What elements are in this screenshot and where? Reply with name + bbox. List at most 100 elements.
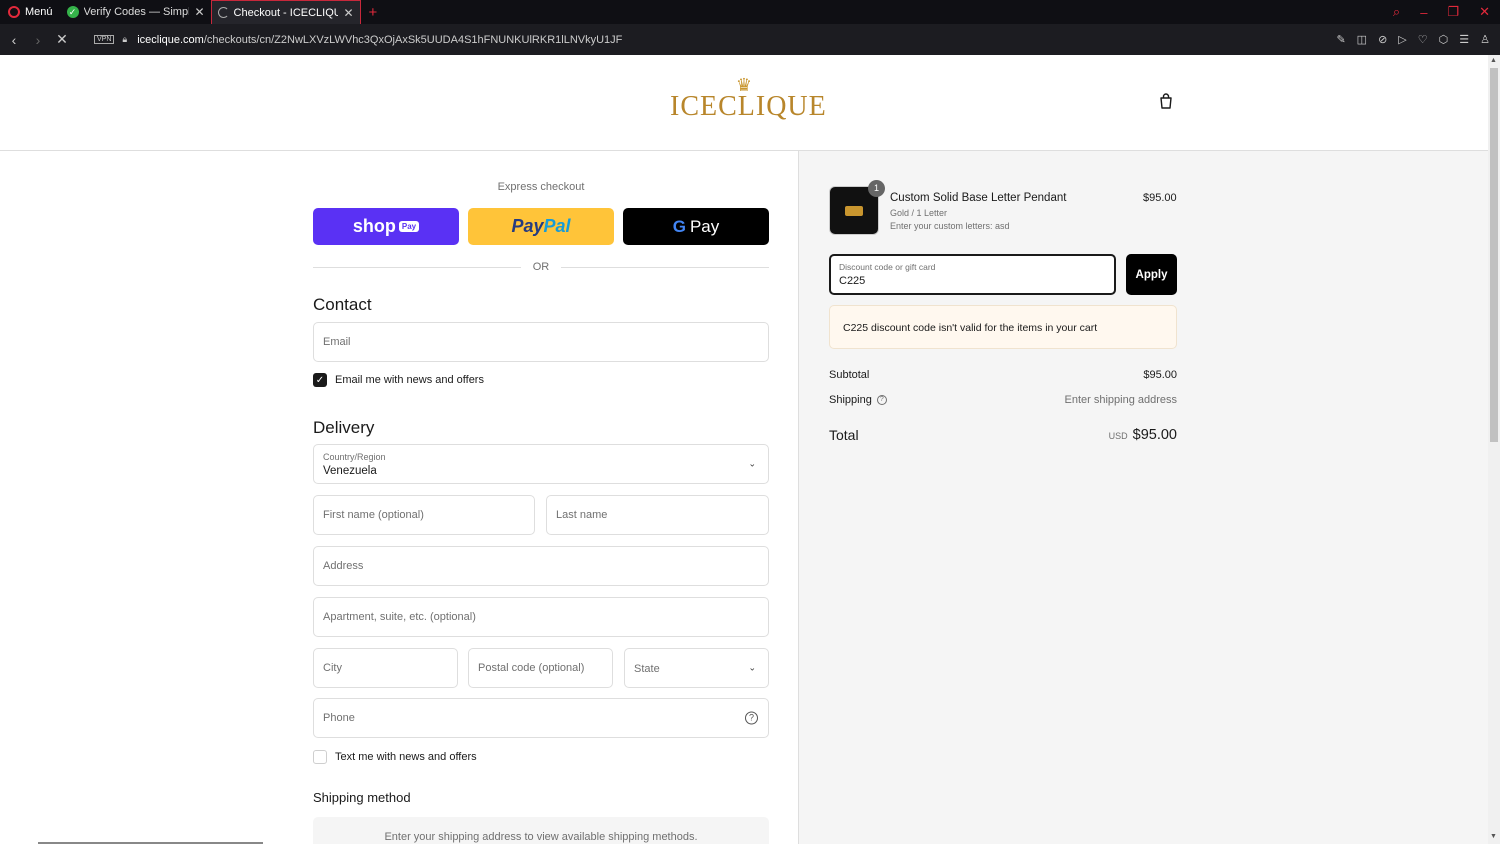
opera-logo-icon (8, 6, 20, 18)
discount-label: Discount code or gift card (839, 262, 936, 272)
browser-address-bar: ‹ › ✕ VPN 🔒︎ iceclique.com/checkouts/cn/… (0, 24, 1500, 55)
sms-checkbox-row[interactable]: Text me with news and offers (313, 750, 477, 764)
checkmark-favicon-icon: ✓ (66, 6, 79, 18)
tab-close-icon[interactable]: ✕ (194, 5, 204, 19)
total-label: Total (829, 427, 859, 443)
shipping-row: Shipping? Enter shipping address (829, 394, 1177, 406)
quantity-badge: 1 (868, 180, 885, 197)
newsletter-label: Email me with news and offers (335, 374, 484, 386)
google-g-icon: G (672, 216, 686, 236)
new-tab-icon[interactable]: + (361, 4, 386, 21)
camera-icon[interactable]: ◫ (1357, 33, 1367, 46)
apartment-input[interactable] (314, 598, 768, 636)
shopping-bag-icon[interactable] (1158, 93, 1174, 109)
search-tabs-icon[interactable]: ⌕ (1393, 4, 1400, 20)
last-name-input[interactable] (547, 496, 768, 534)
tab-checkout[interactable]: Checkout - ICECLIQUE JEW ✕ (210, 0, 361, 24)
product-custom-letters: Enter your custom letters: asd (890, 221, 1010, 231)
forward-icon[interactable]: › (26, 32, 50, 48)
loading-spinner-icon (217, 7, 229, 18)
question-mark-icon[interactable]: ? (745, 711, 758, 725)
tab-label: Checkout - ICECLIQUE JEW (233, 6, 339, 19)
scroll-down-arrow-icon[interactable]: ▼ (1490, 833, 1497, 840)
easy-setup-icon[interactable]: ☰ (1459, 33, 1469, 46)
phone-field[interactable]: ? (313, 698, 769, 738)
store-logo[interactable]: ♛ ICECLIQUE (670, 76, 827, 122)
country-value: Venezuela (323, 465, 377, 477)
tab-close-icon[interactable]: ✕ (343, 6, 353, 20)
shop-pay-pill: Pay (398, 221, 420, 232)
back-icon[interactable]: ‹ (2, 32, 26, 48)
shop-pay-button[interactable]: shop Pay (313, 208, 459, 245)
email-field[interactable] (313, 322, 769, 362)
city-input[interactable] (314, 649, 457, 687)
or-divider: OR (313, 261, 769, 273)
send-icon[interactable]: ▷ (1398, 33, 1406, 46)
restore-icon[interactable]: ❐ (1447, 4, 1459, 20)
address-bar-actions: ✎ ◫ ⊘ ▷ ♡ ⬡ ☰ ♙ (1336, 33, 1500, 46)
newsletter-checkbox[interactable]: ✓ (313, 373, 327, 387)
apartment-field[interactable] (313, 597, 769, 637)
email-input[interactable] (314, 323, 768, 361)
apply-discount-button[interactable]: Apply (1126, 254, 1177, 295)
country-label: Country/Region (323, 452, 386, 462)
url-host: iceclique.com (137, 33, 204, 46)
edit-icon[interactable]: ✎ (1336, 33, 1345, 46)
subtotal-row: Subtotal $95.00 (829, 369, 1177, 381)
question-mark-icon[interactable]: ? (876, 395, 887, 406)
url-field[interactable]: iceclique.com/checkouts/cn/Z2NwLXVzLWVhc… (137, 34, 622, 46)
shipping-method-title: Shipping method (313, 790, 411, 805)
google-pay-label: Pay (689, 216, 720, 236)
last-name-field[interactable] (546, 495, 769, 535)
order-summary-column: 1 Custom Solid Base Letter Pendant Gold … (798, 151, 1488, 844)
subtotal-value: $95.00 (1143, 369, 1177, 381)
google-pay-button[interactable]: G Pay (623, 208, 769, 245)
tab-label: Verify Codes — SimplyCod (83, 6, 190, 18)
cube-icon[interactable]: ⬡ (1439, 33, 1449, 46)
heart-icon[interactable]: ♡ (1418, 33, 1428, 46)
total-value: $95.00 (1132, 427, 1177, 443)
postal-code-field[interactable] (468, 648, 613, 688)
brand-name: ICECLIQUE (670, 91, 827, 122)
vpn-badge[interactable]: VPN (94, 35, 115, 44)
stop-loading-icon[interactable]: ✕ (50, 31, 74, 48)
discount-input[interactable] (839, 275, 1099, 287)
store-header: ♛ ICECLIQUE (0, 55, 1488, 151)
window-controls: ⌕ – ❐ ✕ (1393, 4, 1500, 20)
adblock-icon[interactable]: ⊘ (1378, 33, 1387, 46)
checkout-form-column: Express checkout shop Pay Pay Pal G Pay O… (0, 151, 798, 844)
sms-checkbox[interactable] (313, 750, 327, 764)
browser-menu-button[interactable]: Menú (0, 0, 61, 24)
url-path: /checkouts/cn/Z2NwLXVzLWVhc3QxOjAxSk5UUD… (203, 33, 623, 46)
close-window-icon[interactable]: ✕ (1479, 4, 1490, 20)
phone-input[interactable] (314, 699, 768, 737)
address-field[interactable] (313, 546, 769, 586)
tab-verify-codes[interactable]: ✓ Verify Codes — SimplyCod ✕ (61, 0, 211, 24)
or-label: OR (532, 261, 550, 273)
product-name: Custom Solid Base Letter Pendant (890, 192, 1067, 204)
address-input[interactable] (314, 547, 768, 585)
scrollbar-thumb[interactable] (1490, 68, 1498, 442)
discount-field[interactable]: Discount code or gift card (829, 254, 1116, 295)
country-select[interactable]: Country/Region Venezuela ⌄ (313, 444, 769, 484)
minimize-icon[interactable]: – (1420, 5, 1427, 20)
chevron-down-icon: ⌄ (748, 662, 756, 673)
product-variant: Gold / 1 Letter (890, 208, 948, 218)
shipping-label: Shipping (829, 394, 872, 406)
contact-title: Contact (313, 295, 372, 314)
first-name-field[interactable] (313, 495, 535, 535)
newsletter-checkbox-row[interactable]: ✓ Email me with news and offers (313, 373, 484, 387)
shipping-value: Enter shipping address (1064, 394, 1177, 406)
total-currency: USD (1108, 431, 1128, 441)
first-name-input[interactable] (314, 496, 534, 534)
paypal-button[interactable]: Pay Pal (468, 208, 614, 245)
chevron-down-icon: ⌄ (748, 458, 756, 469)
paypal-label-pay: Pay (511, 216, 544, 236)
scroll-up-arrow-icon[interactable]: ▲ (1490, 57, 1497, 64)
lock-icon[interactable]: 🔒︎ (122, 34, 127, 45)
state-select[interactable]: State ⌄ (624, 648, 769, 688)
postal-code-input[interactable] (469, 649, 612, 687)
profile-icon[interactable]: ♙ (1480, 33, 1490, 46)
total-row: Total USD $95.00 (829, 427, 1177, 443)
city-field[interactable] (313, 648, 458, 688)
